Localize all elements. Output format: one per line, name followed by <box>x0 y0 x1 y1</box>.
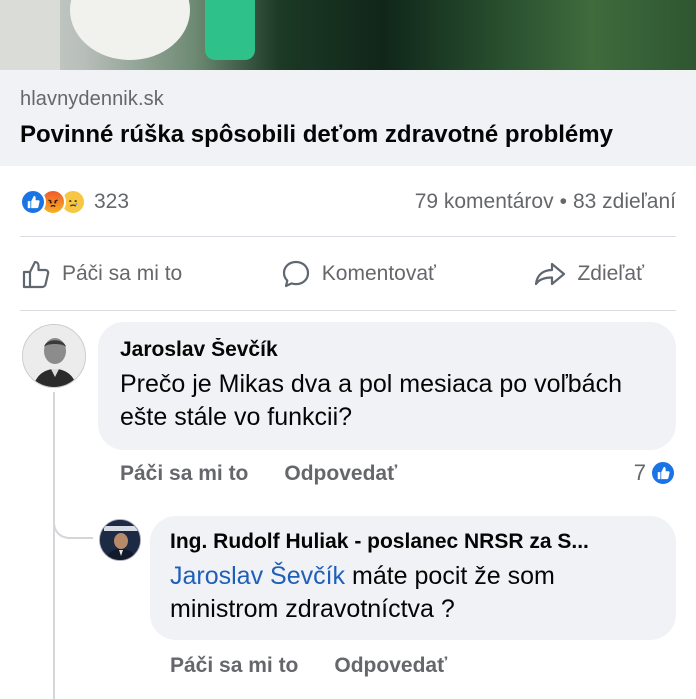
comment-bubble[interactable]: Jaroslav Ševčík Prečo je Mikas dva a pol… <box>98 322 676 450</box>
image-detail <box>205 0 255 60</box>
post-image[interactable] <box>0 0 696 70</box>
link-title: Povinné rúška spôsobili deťom zdravotné … <box>20 121 613 148</box>
share-button[interactable]: Zdieľať <box>533 258 644 290</box>
divider <box>20 236 676 237</box>
reply-connector <box>53 505 93 539</box>
comment-like-button[interactable]: Páči sa mi to <box>120 462 248 486</box>
like-button-label: Páči sa mi to <box>62 262 183 285</box>
like-button[interactable]: Páči sa mi to <box>20 258 182 290</box>
separator: • <box>559 190 567 213</box>
like-icon <box>20 189 46 215</box>
comment-actions: Páči sa mi to Odpovedať <box>120 462 433 486</box>
divider <box>20 310 676 311</box>
action-bar: Páči sa mi to Komentovať Zdieľať <box>0 238 696 310</box>
comment-text: Prečo je Mikas dva a pol mesiaca po voľb… <box>120 370 622 431</box>
reply-bubble[interactable]: Ing. Rudolf Huliak - poslanec NRSR za S.… <box>150 516 676 640</box>
image-detail <box>0 0 60 70</box>
comment-reply-button[interactable]: Odpovedať <box>284 462 397 486</box>
reply-like-button[interactable]: Páči sa mi to <box>170 654 298 678</box>
comment-author[interactable]: Jaroslav Ševčík <box>120 338 654 362</box>
comment-icon <box>282 260 309 288</box>
like-icon <box>650 460 676 486</box>
link-preview[interactable]: hlavnydennik.sk Povinné rúška spôsobili … <box>0 70 696 166</box>
image-detail <box>70 0 190 60</box>
avatar[interactable] <box>99 519 141 561</box>
reactions-summary[interactable]: 323 <box>20 189 129 215</box>
avatar[interactable] <box>22 324 86 388</box>
reply-reply-button[interactable]: Odpovedať <box>334 654 447 678</box>
comment-button-label: Komentovať <box>321 262 436 285</box>
reply-author[interactable]: Ing. Rudolf Huliak - poslanec NRSR za S.… <box>170 530 656 554</box>
share-count[interactable]: 83 zdieľaní <box>573 190 676 213</box>
share-icon <box>535 262 566 286</box>
reply-text: Jaroslav Ševčík máte pocit že som minist… <box>170 560 656 626</box>
thumbs-up-icon <box>22 260 50 289</box>
reaction-count: 323 <box>94 190 130 213</box>
thread-line <box>53 392 55 699</box>
mention-link[interactable]: Jaroslav Ševčík <box>170 562 345 590</box>
link-domain: hlavnydennik.sk <box>20 88 164 110</box>
share-button-label: Zdieľať <box>577 262 644 285</box>
post-stats: 323 79 komentárov • 83 zdieľaní <box>20 180 676 224</box>
reply-actions: Páči sa mi to Odpovedať <box>170 654 483 678</box>
comment-button[interactable]: Komentovať <box>280 258 436 290</box>
comment-like-count[interactable]: 7 <box>634 460 676 486</box>
comment-count[interactable]: 79 komentárov <box>415 190 554 213</box>
comments-shares-count[interactable]: 79 komentárov • 83 zdieľaní <box>415 190 676 214</box>
like-count-value: 7 <box>633 460 646 485</box>
